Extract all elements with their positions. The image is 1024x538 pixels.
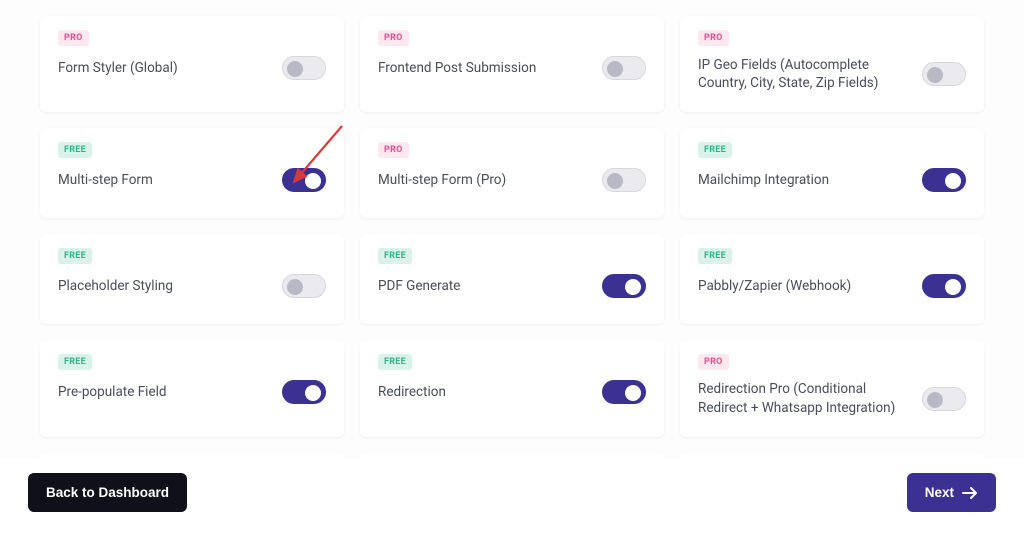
feature-title: Multi-step Form — [58, 171, 153, 189]
next-button[interactable]: Next — [907, 473, 996, 512]
footer-bar: Back to Dashboard Next — [0, 459, 1024, 538]
feature-card: FREE Redirection — [360, 340, 664, 436]
tier-badge-free: FREE — [58, 354, 92, 370]
arrow-right-icon — [962, 487, 978, 499]
feature-toggle[interactable] — [602, 274, 646, 298]
feature-title: PDF Generate — [378, 277, 460, 295]
feature-title: Pre-populate Field — [58, 383, 167, 401]
tier-badge-free: FREE — [378, 354, 412, 370]
feature-title: Mailchimp Integration — [698, 171, 829, 189]
feature-card: FREE Pabbly/Zapier (Webhook) — [680, 234, 984, 324]
feature-card: PRO IP Geo Fields (Autocomplete Country,… — [680, 16, 984, 112]
tier-badge-pro: PRO — [698, 30, 729, 46]
feature-title: Frontend Post Submission — [378, 59, 536, 77]
feature-card: FREE PDF Generate — [360, 234, 664, 324]
feature-title: Redirection — [378, 383, 446, 401]
feature-toggle[interactable] — [602, 168, 646, 192]
feature-toggle[interactable] — [922, 387, 966, 411]
feature-toggle[interactable] — [922, 62, 966, 86]
feature-toggle[interactable] — [602, 380, 646, 404]
feature-card: PRO Form Styler (Global) — [40, 16, 344, 112]
tier-badge-free: FREE — [698, 248, 732, 264]
feature-card: PRO Redirection Pro (Conditional Redirec… — [680, 340, 984, 436]
feature-card: FREE Placeholder Styling — [40, 234, 344, 324]
feature-toggle[interactable] — [602, 56, 646, 80]
feature-toggle[interactable] — [282, 380, 326, 404]
tier-badge-pro: PRO — [378, 30, 409, 46]
feature-toggle[interactable] — [282, 274, 326, 298]
next-button-label: Next — [925, 485, 954, 500]
feature-toggle[interactable] — [922, 168, 966, 192]
feature-title: Multi-step Form (Pro) — [378, 171, 506, 189]
feature-card: FREE Multi-step Form — [40, 128, 344, 218]
feature-toggle[interactable] — [922, 274, 966, 298]
feature-grid: PRO Form Styler (Global) PRO Frontend Po… — [0, 0, 1024, 493]
feature-title: Pabbly/Zapier (Webhook) — [698, 277, 851, 295]
feature-title: Form Styler (Global) — [58, 59, 178, 77]
tier-badge-pro: PRO — [698, 354, 729, 370]
tier-badge-pro: PRO — [378, 142, 409, 158]
tier-badge-pro: PRO — [58, 30, 89, 46]
feature-title: Placeholder Styling — [58, 277, 173, 295]
tier-badge-free: FREE — [698, 142, 732, 158]
feature-card: PRO Multi-step Form (Pro) — [360, 128, 664, 218]
feature-card: FREE Pre-populate Field — [40, 340, 344, 436]
feature-card: PRO Frontend Post Submission — [360, 16, 664, 112]
feature-title: IP Geo Fields (Autocomplete Country, Cit… — [698, 56, 898, 92]
tier-badge-free: FREE — [58, 248, 92, 264]
back-to-dashboard-button[interactable]: Back to Dashboard — [28, 473, 187, 512]
feature-toggle[interactable] — [282, 56, 326, 80]
feature-toggle[interactable] — [282, 168, 326, 192]
tier-badge-free: FREE — [58, 142, 92, 158]
feature-title: Redirection Pro (Conditional Redirect + … — [698, 380, 898, 416]
feature-card: FREE Mailchimp Integration — [680, 128, 984, 218]
tier-badge-free: FREE — [378, 248, 412, 264]
